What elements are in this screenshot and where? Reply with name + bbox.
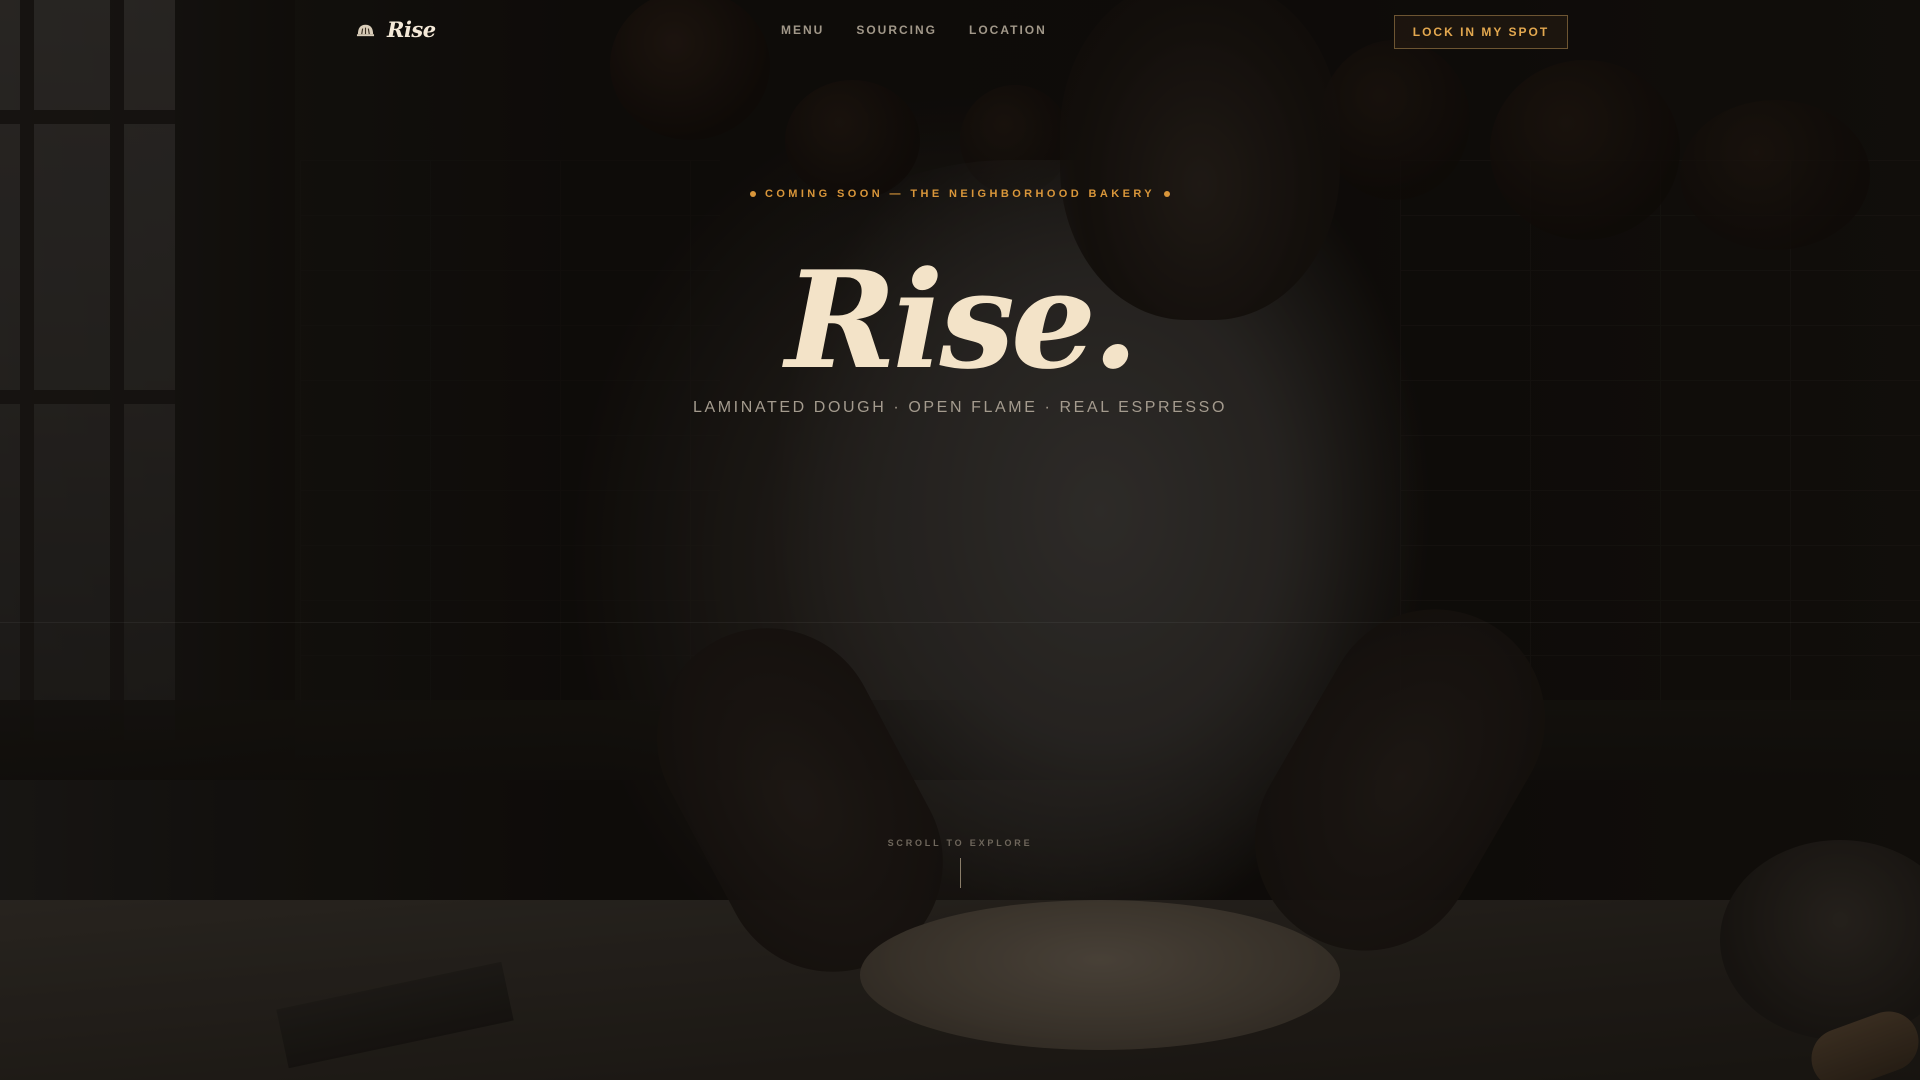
eyebrow-text: COMING SOON — THE NEIGHBORHOOD BAKERY xyxy=(764,188,1155,200)
nav-links: MENU SOURCING LOCATION xyxy=(781,23,1047,37)
lock-in-spot-button[interactable]: LOCK IN MY SPOT xyxy=(1394,15,1568,49)
dot-icon xyxy=(1164,191,1170,197)
scroll-label[interactable]: SCROLL TO EXPLORE xyxy=(0,838,1920,848)
hero-title: Rise. xyxy=(785,241,1139,399)
nav-link-menu[interactable]: MENU xyxy=(781,23,824,37)
hero-subtitle: LAMINATED DOUGH · OPEN FLAME · REAL ESPR… xyxy=(692,399,1228,416)
nav-link-sourcing[interactable]: SOURCING xyxy=(856,23,937,37)
logo-link[interactable]: Rise xyxy=(356,17,436,42)
eyebrow: COMING SOON — THE NEIGHBORHOOD BAKERY xyxy=(0,188,1920,200)
dot-icon xyxy=(749,191,756,197)
scroll-indicator-line xyxy=(960,858,961,888)
nav-link-location[interactable]: LOCATION xyxy=(969,23,1047,37)
bread-dome-icon xyxy=(356,24,375,37)
logo-text: Rise xyxy=(387,17,436,42)
hero-background-photo xyxy=(0,0,1920,1080)
top-nav: Rise MENU SOURCING LOCATION LOCK IN MY S… xyxy=(0,0,1920,62)
